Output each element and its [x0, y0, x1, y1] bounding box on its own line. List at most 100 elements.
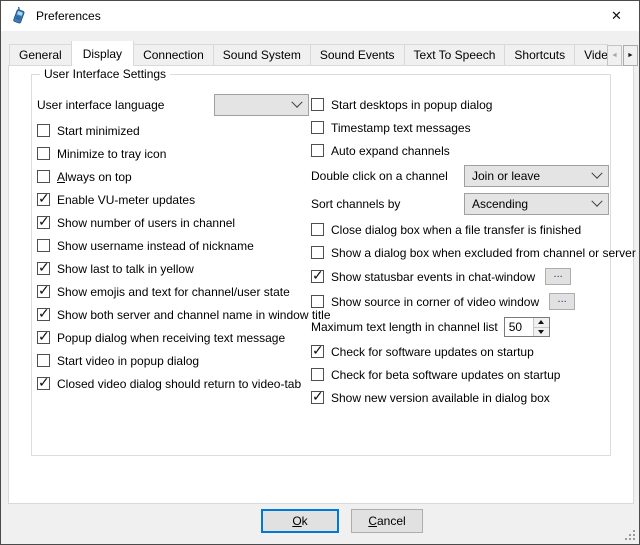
sort-channels-select[interactable]: Ascending [464, 193, 609, 215]
ui-language-label: User interface language [37, 98, 164, 112]
tab-connection[interactable]: Connection [133, 44, 214, 65]
sort-channels-label: Sort channels by [311, 197, 400, 211]
ui-language-select[interactable] [214, 94, 309, 116]
checkbox[interactable] [37, 262, 50, 275]
checkbox[interactable] [311, 98, 324, 111]
tab-general[interactable]: General [9, 44, 72, 65]
window-title: Preferences [36, 9, 101, 23]
checkbox-label: Check for software updates on startup [331, 345, 534, 359]
spin-down-icon[interactable] [534, 328, 549, 337]
tab-shortcuts[interactable]: Shortcuts [504, 44, 575, 65]
checkbox-label: Closed video dialog should return to vid… [57, 377, 301, 391]
checkbox-label: Close dialog box when a file transfer is… [331, 223, 581, 237]
tab-scroll-right-icon[interactable]: ► [623, 45, 638, 66]
row-popup-text-message[interactable]: Popup dialog when receiving text message [37, 326, 309, 349]
checkbox-label: Popup dialog when receiving text message [57, 331, 285, 345]
ok-rest: k [302, 514, 308, 528]
tab-sound-events[interactable]: Sound Events [310, 44, 405, 65]
row-show-user-count[interactable]: Show number of users in channel [37, 211, 309, 234]
checkbox[interactable] [37, 377, 50, 390]
cancel-button[interactable]: Cancel [351, 509, 423, 533]
checkbox[interactable] [37, 354, 50, 367]
checkbox[interactable] [311, 246, 324, 259]
row-start-desktops[interactable]: Start desktops in popup dialog [311, 93, 609, 116]
checkbox-label: Show number of users in channel [57, 216, 235, 230]
close-icon[interactable]: ✕ [594, 1, 639, 31]
checkbox-label: Show emojis and text for channel/user st… [57, 285, 290, 299]
checkbox[interactable] [37, 193, 50, 206]
checkbox[interactable] [37, 285, 50, 298]
row-excluded-dialog[interactable]: Show a dialog box when excluded from cha… [311, 241, 609, 264]
row-new-version-dialog[interactable]: Show new version available in dialog box [311, 386, 609, 409]
checkbox[interactable] [37, 308, 50, 321]
row-show-username[interactable]: Show username instead of nickname [37, 234, 309, 257]
tab-display[interactable]: Display [71, 41, 134, 66]
max-text-length-value: 50 [505, 318, 533, 336]
mnemonic: A [57, 170, 65, 184]
tab-sound-system[interactable]: Sound System [213, 44, 311, 65]
tab-bar: General Display Connection Sound System … [9, 41, 608, 66]
row-sort-channels: Sort channels by Ascending [311, 190, 609, 218]
row-max-text-length: Maximum text length in channel list 50 [311, 314, 609, 340]
double-click-label: Double click on a channel [311, 169, 448, 183]
checkbox[interactable] [311, 295, 324, 308]
checkbox-label: Minimize to tray icon [57, 147, 166, 161]
checkbox-label: Start video in popup dialog [57, 354, 199, 368]
tab-scroll-left-icon[interactable]: ◄ [607, 45, 622, 66]
ok-button[interactable]: Ok [261, 509, 339, 533]
row-auto-expand[interactable]: Auto expand channels [311, 139, 609, 162]
row-close-file-transfer[interactable]: Close dialog box when a file transfer is… [311, 218, 609, 241]
resize-grip[interactable] [625, 530, 636, 541]
chevron-down-icon [291, 97, 302, 108]
tab-text-to-speech[interactable]: Text To Speech [404, 44, 506, 65]
checkbox-label: Always on top [57, 170, 132, 184]
row-timestamp[interactable]: Timestamp text messages [311, 116, 609, 139]
checkbox-label: Start desktops in popup dialog [331, 98, 492, 112]
checkbox[interactable] [311, 368, 324, 381]
checkbox[interactable] [37, 170, 50, 183]
tab-video[interactable]: Video [574, 44, 608, 65]
double-click-select[interactable]: Join or leave [464, 165, 609, 187]
row-emojis[interactable]: Show emojis and text for channel/user st… [37, 280, 309, 303]
checkbox[interactable] [311, 121, 324, 134]
row-video-source-corner[interactable]: Show source in corner of video window ..… [311, 289, 609, 314]
checkbox-label: Timestamp text messages [331, 121, 471, 135]
cancel-rest: ancel [377, 514, 406, 528]
checkbox-label: Check for beta software updates on start… [331, 368, 560, 382]
row-check-beta-updates[interactable]: Check for beta software updates on start… [311, 363, 609, 386]
video-source-more-button[interactable]: ... [549, 293, 575, 310]
spin-up-icon[interactable] [534, 318, 549, 328]
checkbox[interactable] [37, 331, 50, 344]
row-statusbar-events[interactable]: Show statusbar events in chat-window ... [311, 264, 609, 289]
sort-channels-value: Ascending [472, 197, 528, 211]
max-text-length-label: Maximum text length in channel list [311, 320, 498, 334]
tab-scroll-buttons: ◄ ► [607, 45, 638, 66]
checkbox-label: Show statusbar events in chat-window [331, 270, 535, 284]
row-check-updates[interactable]: Check for software updates on startup [311, 340, 609, 363]
row-vu-meter[interactable]: Enable VU-meter updates [37, 188, 309, 211]
checkbox[interactable] [37, 239, 50, 252]
checkbox[interactable] [311, 144, 324, 157]
checkbox[interactable] [37, 216, 50, 229]
row-minimize-to-tray[interactable]: Minimize to tray icon [37, 142, 309, 165]
row-window-title[interactable]: Show both server and channel name in win… [37, 303, 309, 326]
left-column: User interface language Start minimized … [37, 91, 309, 395]
checkbox-label: Show source in corner of video window [331, 295, 539, 309]
checkbox[interactable] [311, 270, 324, 283]
statusbar-events-more-button[interactable]: ... [545, 268, 571, 285]
checkbox[interactable] [311, 391, 324, 404]
checkbox[interactable] [37, 147, 50, 160]
row-start-minimized[interactable]: Start minimized [37, 119, 309, 142]
checkbox[interactable] [311, 345, 324, 358]
max-text-length-spinner[interactable]: 50 [504, 317, 550, 337]
label-rest: lways on top [65, 170, 132, 184]
row-last-to-talk[interactable]: Show last to talk in yellow [37, 257, 309, 280]
checkbox-label: Start minimized [57, 124, 140, 138]
checkbox[interactable] [311, 223, 324, 236]
spinner-buttons [533, 318, 549, 336]
row-video-popup[interactable]: Start video in popup dialog [37, 349, 309, 372]
checkbox-label: Show new version available in dialog box [331, 391, 550, 405]
checkbox[interactable] [37, 124, 50, 137]
row-closed-video-return[interactable]: Closed video dialog should return to vid… [37, 372, 309, 395]
row-always-on-top[interactable]: Always on top [37, 165, 309, 188]
